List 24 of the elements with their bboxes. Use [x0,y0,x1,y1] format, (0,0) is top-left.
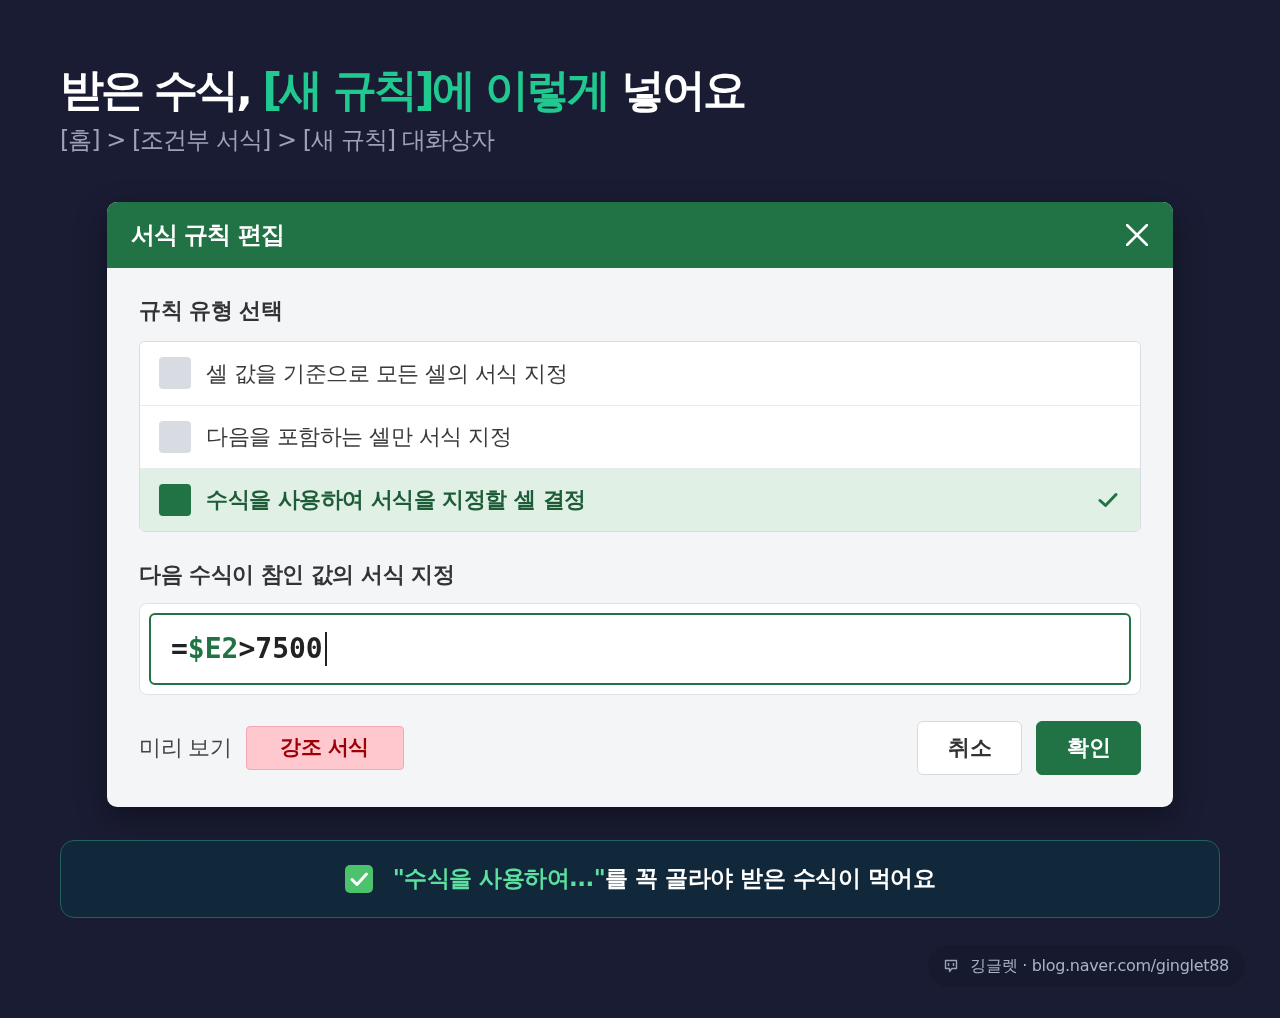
checkbox-icon [344,864,373,893]
checkbox-icon [159,420,191,453]
tip-text: "수식을 사용하여..."를 꼭 골라야 받은 수식이 먹어요 [392,864,936,894]
option-row[interactable]: 수식을 사용하여 서식을 지정할 셀 결정 [140,467,1140,531]
cancel-button[interactable]: 취소 [917,720,1022,775]
close-icon [1126,224,1148,246]
chat-bubble-icon [944,958,959,973]
checkbox-icon [159,483,191,516]
option-label: 다음을 포함하는 셀만 서식 지정 [206,423,512,452]
option-label: 수식을 사용하여 서식을 지정할 셀 결정 [206,486,586,515]
option-label: 셀 값을 기준으로 모든 셀의 서식 지정 [206,359,568,388]
breadcrumb: [홈] > [조건부 서식] > [새 규칙] 대화상자 [60,124,494,156]
check-icon [1098,491,1118,508]
preview-label: 미리 보기 [139,734,232,763]
section-label: 규칙 유형 선택 [139,297,283,325]
dialog-title: 서식 규칙 편집 [131,220,284,251]
confirm-button[interactable]: 확인 [1036,720,1141,775]
format-preview: 강조 서식 [245,725,404,770]
text-cursor-icon [324,631,327,666]
formula-input[interactable]: =$E2>7500 [149,612,1131,685]
field-label: 다음 수식이 참인 값의 서식 지정 [139,560,455,589]
credit-text: 깅글렛 · blog.naver.com/ginglet88 [970,954,1229,977]
page-title: 받은 수식, [새 규칙]에 이렇게 넣어요 [60,64,744,117]
checkbox-icon [159,357,191,390]
